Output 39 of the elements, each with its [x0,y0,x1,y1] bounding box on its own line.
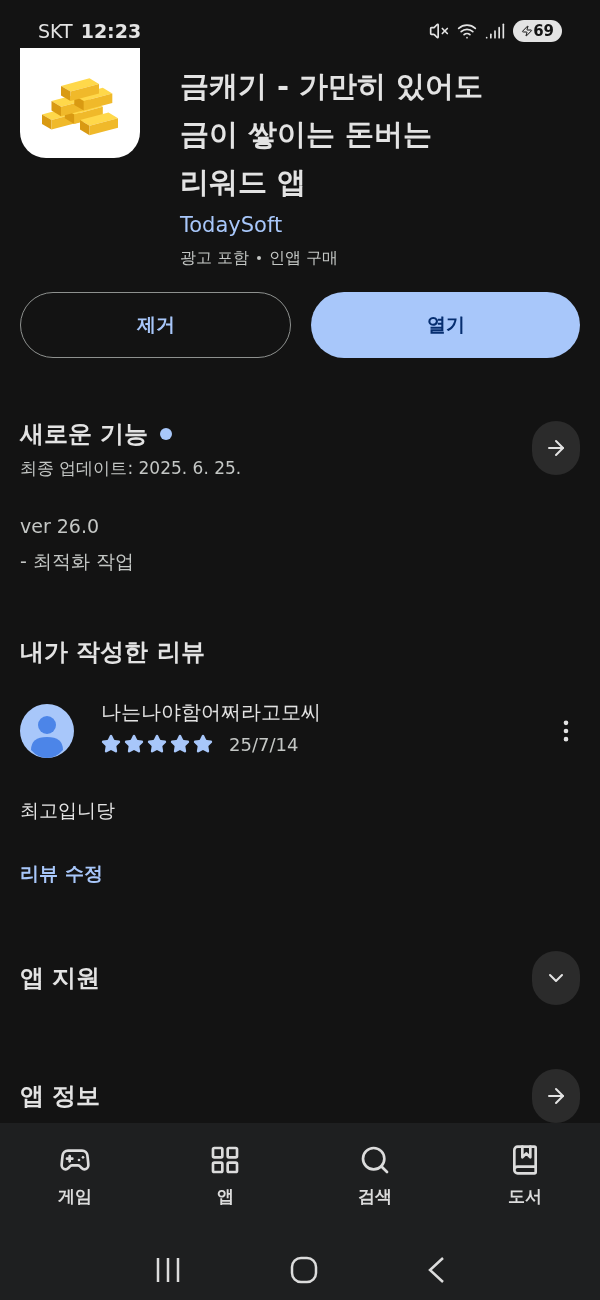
star-icon [101,734,121,754]
signal-icon [485,21,506,41]
back-icon[interactable] [427,1256,446,1284]
nav-tab[interactable]: 도서 [450,1143,600,1210]
arrow-button[interactable] [532,1069,580,1123]
home-icon[interactable] [290,1256,318,1284]
star-icon [124,734,144,754]
open-button[interactable]: 열기 [311,291,580,358]
arrow-button[interactable] [532,421,580,476]
review-date: 25/7/14 [229,732,299,757]
reviewer-name: 나는나야함어쩌라고모씨 [101,698,322,726]
star-icon [147,734,167,754]
wifi-icon [457,21,478,41]
app-title: 금이 쌓이는 돈버는 [180,116,434,153]
release-note: ver 26.0 [20,514,101,539]
developer-link[interactable]: TodaySoft [180,210,484,242]
carrier: SKT [38,18,73,44]
star-icon [170,734,190,754]
section-title: 새로운 기능 [20,418,149,450]
nav-tab[interactable]: 검색 [300,1143,450,1210]
battery-indicator: 69 [513,19,562,43]
nav-tab[interactable]: 앱 [150,1143,300,1210]
app-title: 리워드 앱 [180,164,308,201]
app-title: 금캐기 - 가만히 있어도 [180,68,484,105]
last-updated: 최종 업데이트: 2025. 6. 25. [20,456,242,480]
nav-tab[interactable]: 게임 [0,1143,150,1210]
review-text: 최고입니당 [19,798,116,823]
section-title: 앱 정보 [20,1081,101,1112]
section-title: 앱 지원 [20,963,101,994]
release-note: - 최적화 작업 [20,549,135,574]
app-meta: 광고 포함 [180,246,250,269]
avatar-icon [20,704,74,758]
section-title: 내가 작성한 리뷰 [19,637,206,668]
clock: 12:23 [80,18,142,44]
app-meta: 인앱 구매 [269,246,339,269]
mute-icon [429,21,450,41]
recent-apps-icon[interactable] [154,1257,181,1283]
edit-review-link[interactable]: 리뷰 수정 [0,858,123,887]
star-icon [193,734,213,754]
